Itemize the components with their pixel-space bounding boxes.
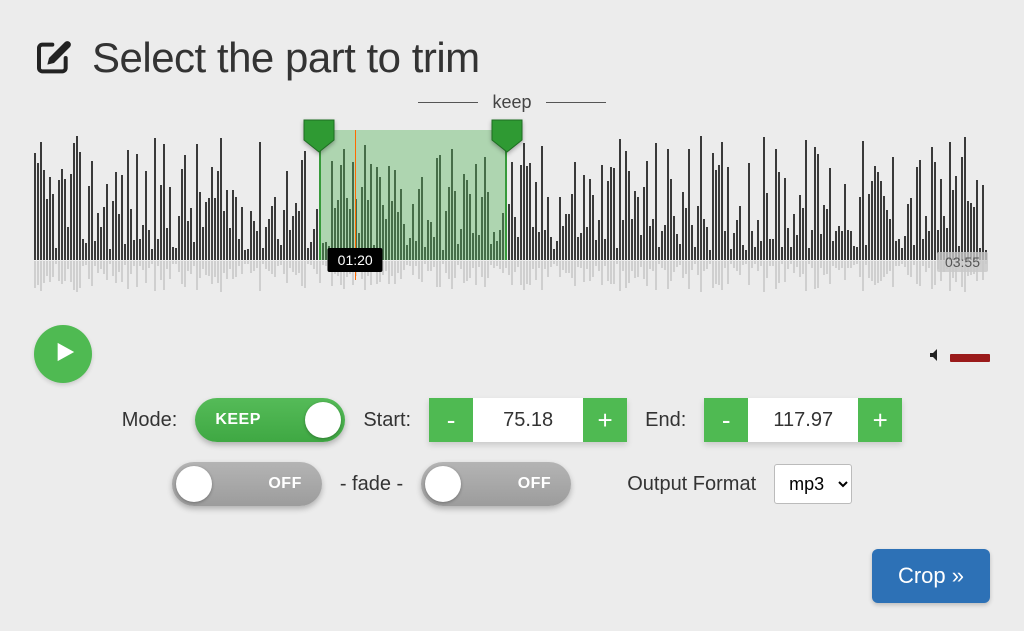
end-decrement-button[interactable]: - <box>704 398 748 442</box>
controls: Mode: KEEP Start: - + End: - + OFF - fad… <box>34 398 990 506</box>
start-stepper: - + <box>429 398 627 442</box>
end-input[interactable] <box>748 398 858 442</box>
mode-toggle[interactable]: KEEP <box>195 398 345 442</box>
fade-label: - fade - <box>340 473 403 496</box>
end-increment-button[interactable]: + <box>858 398 902 442</box>
speaker-icon <box>928 347 944 368</box>
fade-in-toggle[interactable]: OFF <box>172 462 322 506</box>
crop-button-label: Crop » <box>898 563 964 589</box>
play-icon <box>50 340 76 369</box>
keep-indicator: keep <box>0 92 1024 113</box>
mode-toggle-label: KEEP <box>215 411 261 429</box>
end-label: End: <box>645 409 686 432</box>
selection-handle-start[interactable] <box>302 118 336 154</box>
start-increment-button[interactable]: + <box>583 398 627 442</box>
output-format-label: Output Format <box>627 473 756 496</box>
end-stepper: - + <box>704 398 902 442</box>
play-button[interactable] <box>34 325 92 383</box>
volume-bar[interactable] <box>950 354 990 362</box>
output-format-select[interactable]: mp3 <box>774 464 852 504</box>
start-input[interactable] <box>473 398 583 442</box>
transport-row <box>34 325 990 385</box>
start-label: Start: <box>363 409 411 432</box>
selection-region[interactable] <box>319 130 507 260</box>
start-decrement-button[interactable]: - <box>429 398 473 442</box>
fade-in-toggle-knob <box>176 466 212 502</box>
total-duration-badge: 03:55 <box>937 252 988 272</box>
crop-button[interactable]: Crop » <box>872 549 990 603</box>
fade-in-toggle-label: OFF <box>268 475 302 493</box>
fade-out-toggle-knob <box>425 466 461 502</box>
waveform[interactable]: 01:20 03:55 <box>34 130 990 290</box>
page-header: Select the part to trim <box>34 34 480 82</box>
volume-control[interactable] <box>928 347 990 368</box>
mode-toggle-knob <box>305 402 341 438</box>
playhead-time-badge: 01:20 <box>328 248 383 272</box>
edit-icon <box>34 38 74 78</box>
selection-handle-end[interactable] <box>490 118 524 154</box>
mode-label: Mode: <box>122 409 178 432</box>
page-title: Select the part to trim <box>92 34 480 82</box>
fade-out-toggle-label: OFF <box>518 475 552 493</box>
fade-out-toggle[interactable]: OFF <box>421 462 571 506</box>
keep-label-text: keep <box>492 92 531 113</box>
